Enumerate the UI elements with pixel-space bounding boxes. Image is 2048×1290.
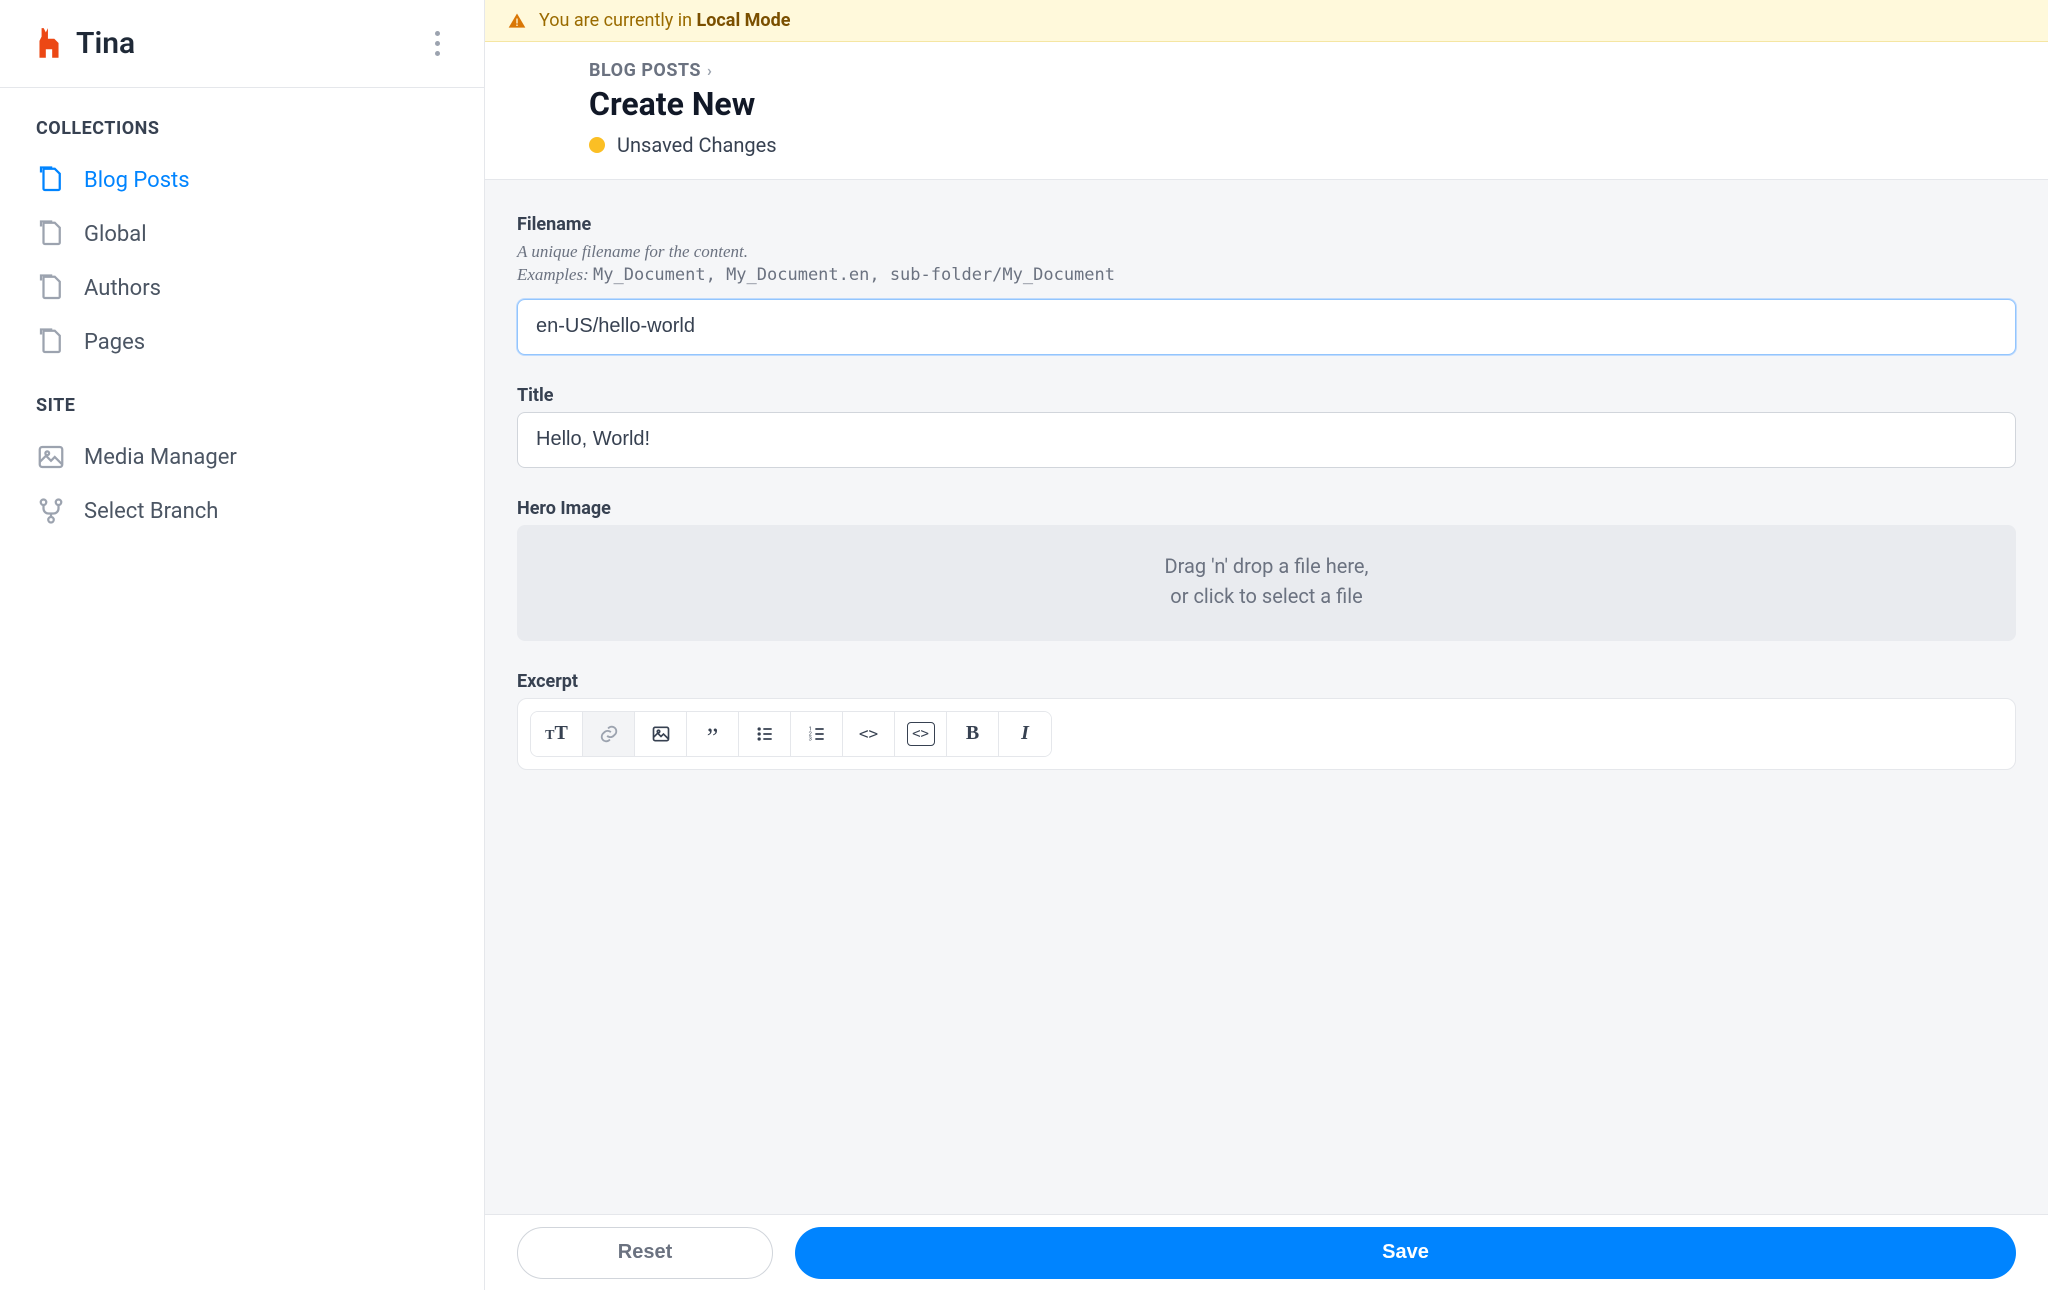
sidebar-item-media-manager[interactable]: Media Manager xyxy=(36,434,448,480)
rte-quote-button[interactable]: ” xyxy=(687,712,739,756)
hero-image-label: Hero Image xyxy=(517,498,2016,519)
form: Filename A unique filename for the conte… xyxy=(485,180,2048,1290)
warning-icon xyxy=(507,11,527,31)
rte-bold-button[interactable]: B xyxy=(947,712,999,756)
llama-icon xyxy=(36,26,62,62)
file-icon xyxy=(36,219,66,249)
file-icon xyxy=(36,273,66,303)
main: You are currently in Local Mode BLOG POS… xyxy=(485,0,2048,1290)
sidebar-item-global[interactable]: Global xyxy=(36,211,448,257)
sidebar-item-label: Media Manager xyxy=(84,445,237,470)
title-input[interactable] xyxy=(517,412,2016,468)
excerpt-label: Excerpt xyxy=(517,671,2016,692)
sidebar-item-select-branch[interactable]: Select Branch xyxy=(36,488,448,534)
dropzone-line1: Drag 'n' drop a file here, xyxy=(517,551,2016,581)
ul-icon xyxy=(755,724,775,744)
filename-input[interactable] xyxy=(517,299,2016,355)
reset-button[interactable]: Reset xyxy=(517,1227,773,1279)
field-title: Title xyxy=(517,385,2016,468)
sidebar-item-blog-posts[interactable]: Blog Posts xyxy=(36,157,448,203)
dropzone-line2: or click to select a file xyxy=(517,581,2016,611)
sidebar-item-label: Authors xyxy=(84,276,161,301)
file-icon xyxy=(36,165,66,195)
branch-icon xyxy=(36,496,66,526)
chevron-right-icon: › xyxy=(707,61,712,80)
sidebar-item-pages[interactable]: Pages xyxy=(36,319,448,365)
rte-image-button[interactable] xyxy=(635,712,687,756)
excerpt-editor[interactable]: TT xyxy=(517,698,2016,770)
breadcrumb[interactable]: BLOG POSTS › xyxy=(589,60,2048,81)
sidebar-item-label: Global xyxy=(84,222,147,247)
status-row: Unsaved Changes xyxy=(589,133,2048,157)
field-excerpt: Excerpt TT xyxy=(517,671,2016,770)
footer: Reset Save xyxy=(485,1214,2048,1290)
rte-ul-button[interactable] xyxy=(739,712,791,756)
image-icon xyxy=(36,442,66,472)
sidebar-item-authors[interactable]: Authors xyxy=(36,265,448,311)
filename-label: Filename xyxy=(517,214,2016,235)
status-dot-icon xyxy=(589,137,605,153)
filename-description: A unique filename for the content. Examp… xyxy=(517,241,2016,287)
field-filename: Filename A unique filename for the conte… xyxy=(517,214,2016,355)
save-button[interactable]: Save xyxy=(795,1227,2016,1279)
sidebar-header: Tina xyxy=(0,0,484,88)
banner-text: You are currently in Local Mode xyxy=(539,10,790,31)
local-mode-banner: You are currently in Local Mode xyxy=(485,0,2048,42)
rte-link-button[interactable] xyxy=(583,712,635,756)
rte-heading-button[interactable]: TT xyxy=(531,712,583,756)
status-text: Unsaved Changes xyxy=(617,133,777,157)
sidebar-section-site: SITE Media Manager xyxy=(0,365,484,534)
rte-toolbar: TT xyxy=(530,711,1052,757)
kebab-menu-icon[interactable] xyxy=(427,23,448,64)
site-heading: SITE xyxy=(36,395,448,416)
file-icon xyxy=(36,327,66,357)
sidebar-item-label: Blog Posts xyxy=(84,168,190,193)
rte-code-inline-button[interactable]: <> xyxy=(843,712,895,756)
hero-image-dropzone[interactable]: Drag 'n' drop a file here, or click to s… xyxy=(517,525,2016,641)
rte-italic-button[interactable]: I xyxy=(999,712,1051,756)
field-hero-image: Hero Image Drag 'n' drop a file here, or… xyxy=(517,498,2016,641)
sidebar-section-collections: COLLECTIONS Blog Posts Global xyxy=(0,88,484,365)
brand[interactable]: Tina xyxy=(36,26,135,62)
ol-icon: 1 2 3 xyxy=(807,724,827,744)
rte-code-block-button[interactable]: <> xyxy=(895,712,947,756)
image-icon xyxy=(651,724,671,744)
svg-text:3: 3 xyxy=(808,737,811,743)
brand-name: Tina xyxy=(76,26,135,61)
sidebar: Tina COLLECTIONS Blog Posts xyxy=(0,0,485,1290)
sidebar-item-label: Pages xyxy=(84,330,145,355)
page-header: BLOG POSTS › Create New Unsaved Changes xyxy=(485,42,2048,180)
rte-ol-button[interactable]: 1 2 3 xyxy=(791,712,843,756)
collections-heading: COLLECTIONS xyxy=(36,118,448,139)
title-label: Title xyxy=(517,385,2016,406)
page-title: Create New xyxy=(589,85,2048,123)
breadcrumb-parent: BLOG POSTS xyxy=(589,60,701,81)
link-icon xyxy=(598,723,620,745)
sidebar-item-label: Select Branch xyxy=(84,499,218,524)
